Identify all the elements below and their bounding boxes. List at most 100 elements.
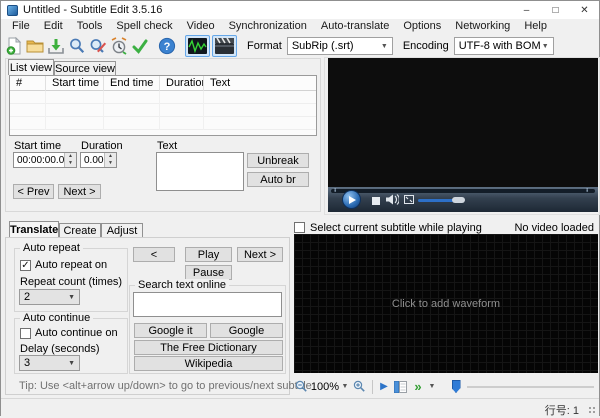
- col-text[interactable]: Text: [204, 76, 316, 91]
- spinner-arrows[interactable]: ▲ ▼: [64, 153, 76, 167]
- col-start-time[interactable]: Start time: [46, 76, 104, 91]
- encoding-select[interactable]: UTF-8 with BOM ▼: [453, 37, 554, 55]
- search-text-input[interactable]: [133, 292, 282, 317]
- subtitle-text-area[interactable]: [156, 152, 244, 191]
- start-time-spinner[interactable]: 00:00:00.000 ▲▼: [13, 152, 77, 168]
- wave-zoom-out-button[interactable]: [292, 378, 310, 396]
- spell-check-button[interactable]: [129, 35, 150, 57]
- spin-up-icon[interactable]: ▲: [105, 153, 116, 160]
- video-position-icon: [393, 380, 407, 393]
- search-online-group: Search text online Google it Google tran…: [129, 279, 286, 374]
- video-mute-button[interactable]: [386, 194, 400, 208]
- next-subtitle-button[interactable]: Next >: [237, 247, 283, 262]
- menu-options[interactable]: Options: [396, 19, 448, 34]
- google-it-button[interactable]: Google it: [134, 323, 207, 338]
- menu-networking[interactable]: Networking: [448, 19, 517, 34]
- pause-button[interactable]: Pause: [185, 265, 232, 280]
- volume-handle[interactable]: [452, 197, 465, 203]
- auto-br-button[interactable]: Auto br: [247, 172, 309, 187]
- select-current-subtitle-checkbox[interactable]: [294, 222, 305, 233]
- menu-synchronization[interactable]: Synchronization: [222, 19, 314, 34]
- video-display[interactable]: [328, 58, 598, 187]
- unbreak-button[interactable]: Unbreak: [247, 153, 309, 168]
- chevron-down-icon: ▼: [380, 42, 388, 50]
- back-button[interactable]: <: [133, 247, 175, 262]
- find-button[interactable]: [66, 35, 87, 57]
- table-row[interactable]: [10, 104, 316, 117]
- replace-button[interactable]: [87, 35, 108, 57]
- visual-sync-button[interactable]: [108, 35, 129, 57]
- next-button[interactable]: Next >: [58, 184, 101, 199]
- google-translate-button[interactable]: Google translate: [210, 323, 283, 351]
- menu-file[interactable]: File: [5, 19, 37, 34]
- svg-text:?: ?: [163, 41, 170, 53]
- playback-speed-button[interactable]: »: [409, 378, 427, 396]
- menu-auto-translate[interactable]: Auto-translate: [314, 19, 396, 34]
- tab-translate[interactable]: Translate: [9, 221, 59, 238]
- help-button[interactable]: ?: [156, 35, 177, 57]
- play-button[interactable]: Play: [185, 247, 232, 262]
- maximize-button[interactable]: □: [541, 1, 570, 19]
- table-row[interactable]: [10, 117, 316, 130]
- toggle-waveform-button[interactable]: [185, 35, 210, 57]
- spin-up-icon[interactable]: ▲: [65, 153, 76, 160]
- subtitle-table[interactable]: # Start time End time Duration Text: [9, 75, 317, 136]
- menu-spell-check[interactable]: Spell check: [109, 19, 179, 34]
- video-fullscreen-button[interactable]: [404, 195, 414, 207]
- video-seek-bar[interactable]: [331, 189, 595, 193]
- waveform-canvas[interactable]: Click to add waveform: [294, 234, 598, 373]
- col-end-time[interactable]: End time: [104, 76, 160, 91]
- duration-label: Duration: [81, 140, 123, 152]
- video-controls: ● ● ● ●: [328, 187, 598, 212]
- menu-edit[interactable]: Edit: [37, 19, 70, 34]
- tab-list-view[interactable]: List view: [8, 59, 54, 75]
- wave-play-button[interactable]: ▶: [377, 378, 391, 396]
- spinner-arrows[interactable]: ▲ ▼: [104, 153, 116, 167]
- menu-help[interactable]: Help: [517, 19, 554, 34]
- open-file-button[interactable]: [24, 35, 45, 57]
- prev-button[interactable]: < Prev: [13, 184, 54, 199]
- tab-source-view[interactable]: Source view: [54, 61, 116, 75]
- spin-down-icon[interactable]: ▼: [65, 160, 76, 167]
- menu-video[interactable]: Video: [180, 19, 222, 34]
- delay-select[interactable]: 3 ▼: [19, 355, 80, 371]
- auto-repeat-checkbox[interactable]: ✓: [20, 259, 31, 271]
- start-time-value: 00:00:00.000: [17, 155, 64, 166]
- wave-position-slider-track[interactable]: [467, 385, 594, 388]
- close-button[interactable]: ✕: [570, 1, 599, 19]
- col-number[interactable]: #: [10, 76, 46, 91]
- repeat-count-select[interactable]: 2 ▼: [19, 289, 80, 305]
- tab-create[interactable]: Create: [59, 223, 101, 238]
- video-play-button[interactable]: [342, 190, 361, 209]
- video-stop-button[interactable]: [372, 196, 380, 208]
- video-position-button[interactable]: [391, 378, 409, 396]
- chevron-down-icon[interactable]: ▼: [340, 378, 350, 396]
- wave-position-slider-thumb[interactable]: [445, 378, 467, 396]
- free-dictionary-button[interactable]: The Free Dictionary: [134, 340, 283, 355]
- auto-continue-checkbox[interactable]: [20, 327, 31, 339]
- auto-continue-checkbox-label: Auto continue on: [35, 327, 118, 339]
- waveform-toolbar: 100% ▼ ▶ » ▼: [292, 376, 599, 397]
- resize-grip-icon[interactable]: [588, 406, 596, 414]
- wave-zoom-in-button[interactable]: [350, 378, 368, 396]
- speaker-icon: [386, 194, 400, 205]
- new-file-button[interactable]: [3, 35, 24, 57]
- minimize-button[interactable]: –: [512, 1, 541, 19]
- chevron-down-icon[interactable]: ▼: [427, 378, 437, 396]
- menu-tools[interactable]: Tools: [70, 19, 110, 34]
- spin-down-icon[interactable]: ▼: [105, 160, 116, 167]
- encoding-value: UTF-8 with BOM: [458, 40, 541, 52]
- tab-adjust[interactable]: Adjust: [101, 223, 143, 238]
- col-duration[interactable]: Duration: [160, 76, 204, 91]
- volume-slider[interactable]: [418, 199, 454, 202]
- toggle-video-button[interactable]: [212, 35, 237, 57]
- duration-spinner[interactable]: 0.000 ▲▼: [80, 152, 117, 168]
- waveform-icon: [188, 38, 207, 54]
- text-label: Text: [157, 140, 178, 152]
- save-button[interactable]: [45, 35, 66, 57]
- table-row[interactable]: [10, 91, 316, 104]
- save-icon: [47, 39, 64, 54]
- wave-zoom-level[interactable]: 100%: [310, 378, 340, 396]
- wikipedia-button[interactable]: Wikipedia: [134, 356, 283, 371]
- format-select[interactable]: SubRip (.srt) ▼: [286, 37, 393, 55]
